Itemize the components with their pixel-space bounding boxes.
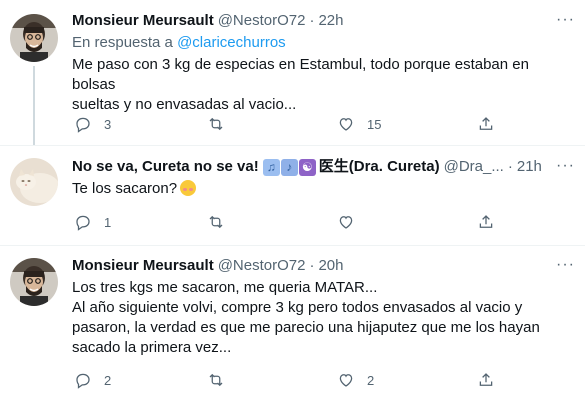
tweet-actions: 2 2 bbox=[72, 371, 512, 391]
reply-count: 1 bbox=[104, 214, 112, 230]
tweet-header: Monsieur Meursault @NestorO72 · 22h bbox=[72, 11, 575, 31]
tweet-text-line: Los tres kgs me sacaron, me queria MATAR… bbox=[72, 279, 378, 296]
share-upload-icon bbox=[479, 117, 493, 130]
like-button[interactable] bbox=[337, 213, 367, 231]
tweet-header: Monsieur Meursault @NestorO72 · 20h bbox=[72, 256, 575, 276]
timestamp[interactable]: 20h bbox=[318, 256, 343, 276]
reply-button[interactable]: 3 bbox=[74, 115, 111, 133]
author-name[interactable]: Monsieur Meursault bbox=[72, 11, 214, 31]
retweet-arrows-icon bbox=[209, 117, 223, 131]
timestamp[interactable]: 21h bbox=[517, 157, 542, 177]
reply-count: 3 bbox=[104, 116, 112, 132]
share-button[interactable] bbox=[477, 213, 495, 231]
retweet-button[interactable] bbox=[207, 371, 237, 389]
reply-count: 2 bbox=[104, 372, 112, 388]
tweet-text-line: pasaron, la verdad es que me parecio una… bbox=[72, 319, 540, 336]
retweet-arrows-icon bbox=[209, 215, 223, 229]
tweet-content: No se va, Cureta no se va! ♫ ♪ ☯ 医生(Dra.… bbox=[72, 157, 575, 199]
retweet-button[interactable] bbox=[207, 213, 237, 231]
tweet-text: Los tres kgs me sacaron, me queria MATAR… bbox=[72, 278, 575, 358]
tweet-actions: 3 15 bbox=[72, 115, 512, 135]
author-handle[interactable]: @Dra_... bbox=[444, 157, 504, 177]
share-upload-icon bbox=[479, 373, 493, 386]
more-options-button[interactable]: ··· bbox=[556, 157, 575, 175]
separator-dot: · bbox=[309, 12, 315, 29]
speech-bubble-icon bbox=[76, 373, 90, 389]
tweet-text: Me paso con 3 kg de especias en Estambul… bbox=[72, 55, 575, 115]
tweet-content: Monsieur Meursault @NestorO72 · 22h ··· … bbox=[72, 11, 575, 115]
share-upload-icon bbox=[479, 215, 493, 228]
author-handle[interactable]: @NestorO72 bbox=[218, 11, 306, 31]
avatar[interactable] bbox=[10, 14, 58, 62]
tweet-text-span: Te los sacaron? bbox=[72, 180, 178, 197]
like-count: 15 bbox=[367, 116, 382, 132]
tweet-content: Monsieur Meursault @NestorO72 · 20h ··· … bbox=[72, 256, 575, 358]
reply-to-handle-link[interactable]: @claricechurros bbox=[177, 34, 286, 51]
tweet-text-line: sueltas y no envasadas al vacio... bbox=[72, 96, 297, 113]
avatar[interactable] bbox=[10, 258, 58, 306]
share-button[interactable] bbox=[477, 371, 495, 389]
timestamp[interactable]: 22h bbox=[318, 11, 343, 31]
reply-context: En respuesta a @claricechurros bbox=[72, 33, 575, 53]
tweet-text-line: Me paso con 3 kg de especias en Estambul… bbox=[72, 56, 529, 93]
musical-note-icon: ♪ bbox=[280, 158, 298, 176]
yin-yang-icon: ☯ bbox=[298, 158, 316, 176]
separator-dot: · bbox=[309, 257, 315, 274]
separator-dot: · bbox=[507, 158, 513, 175]
tweet-text-line: sacado la primera vez... bbox=[72, 339, 232, 356]
reply-button[interactable]: 1 bbox=[74, 213, 111, 231]
heart-icon bbox=[339, 118, 353, 131]
tweet-text-line: Te los sacaron? bbox=[72, 179, 575, 199]
heart-icon bbox=[339, 374, 353, 387]
like-button[interactable]: 15 bbox=[337, 115, 381, 133]
retweet-arrows-icon bbox=[209, 373, 223, 387]
speech-bubble-icon bbox=[76, 117, 90, 133]
speech-bubble-icon bbox=[76, 215, 90, 231]
tweet-text-line: Al año siguiente volvi, compre 3 kg pero… bbox=[72, 299, 523, 316]
reply-button[interactable]: 2 bbox=[74, 371, 111, 389]
more-options-button[interactable]: ··· bbox=[556, 256, 575, 274]
thread-connector-line bbox=[33, 66, 35, 146]
retweet-button[interactable] bbox=[207, 115, 237, 133]
heart-icon bbox=[339, 216, 353, 229]
like-button[interactable]: 2 bbox=[337, 371, 374, 389]
author-handle[interactable]: @NestorO72 bbox=[218, 256, 306, 276]
like-count: 2 bbox=[367, 372, 375, 388]
tweet[interactable]: Monsieur Meursault @NestorO72 · 22h ··· … bbox=[0, 0, 585, 146]
tweet-text: Te los sacaron? bbox=[72, 179, 575, 199]
author-name-suffix[interactable]: 医生(Dra. Cureta) bbox=[319, 157, 440, 177]
tweet-actions: 1 bbox=[72, 213, 512, 233]
reply-prefix: En respuesta a bbox=[72, 34, 173, 51]
share-button[interactable] bbox=[477, 115, 495, 133]
author-name[interactable]: No se va, Cureta no se va! bbox=[72, 157, 259, 177]
musical-notes-icon: ♫ bbox=[262, 158, 280, 176]
tweet[interactable]: No se va, Cureta no se va! ♫ ♪ ☯ 医生(Dra.… bbox=[0, 145, 585, 245]
avatar[interactable] bbox=[10, 158, 58, 206]
tweet-header: No se va, Cureta no se va! ♫ ♪ ☯ 医生(Dra.… bbox=[72, 157, 575, 177]
blushing-face-emoji-icon bbox=[180, 180, 197, 196]
tweet[interactable]: Monsieur Meursault @NestorO72 · 20h ··· … bbox=[0, 245, 585, 403]
author-name[interactable]: Monsieur Meursault bbox=[72, 256, 214, 276]
more-options-button[interactable]: ··· bbox=[556, 11, 575, 29]
name-emojis: ♫ ♪ ☯ 医生(Dra. Cureta) bbox=[262, 157, 440, 177]
